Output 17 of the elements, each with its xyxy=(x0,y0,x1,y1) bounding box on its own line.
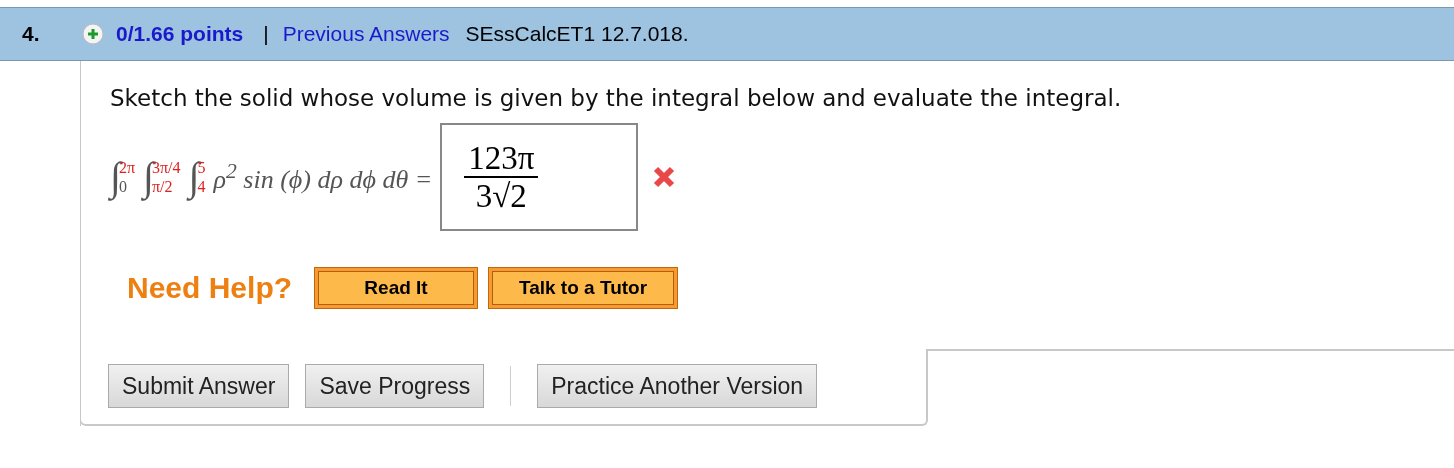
answer-numerator: 123π xyxy=(464,139,539,178)
question-number: 4. xyxy=(22,22,41,46)
question-source: SEssCalcET1 12.7.018. xyxy=(465,22,689,46)
answer-denominator: 3√2 xyxy=(475,178,527,215)
question-prompt: Sketch the solid whose volume is given by the integral below and evaluate the integral. xyxy=(110,85,1123,111)
plus-icon[interactable] xyxy=(82,23,104,45)
action-button[interactable]: Save Progress xyxy=(305,364,485,408)
integrand: ρ$^{2}$ sin (ϕ) dρ dϕ dθ = xyxy=(213,159,433,195)
separator: | xyxy=(263,22,269,46)
previous-answers-link[interactable]: Previous Answers xyxy=(282,22,450,46)
need-help-label: Need Help? xyxy=(127,271,293,305)
points-score: 0/1.66 points xyxy=(116,22,244,46)
action-button[interactable]: Practice Another Version xyxy=(537,364,818,408)
help-button[interactable]: Read It xyxy=(314,267,479,309)
help-button[interactable]: Talk to a Tutor xyxy=(488,267,679,309)
action-button[interactable]: Submit Answer xyxy=(108,364,290,408)
answer-box[interactable]: 123π 3√2 xyxy=(440,123,639,231)
